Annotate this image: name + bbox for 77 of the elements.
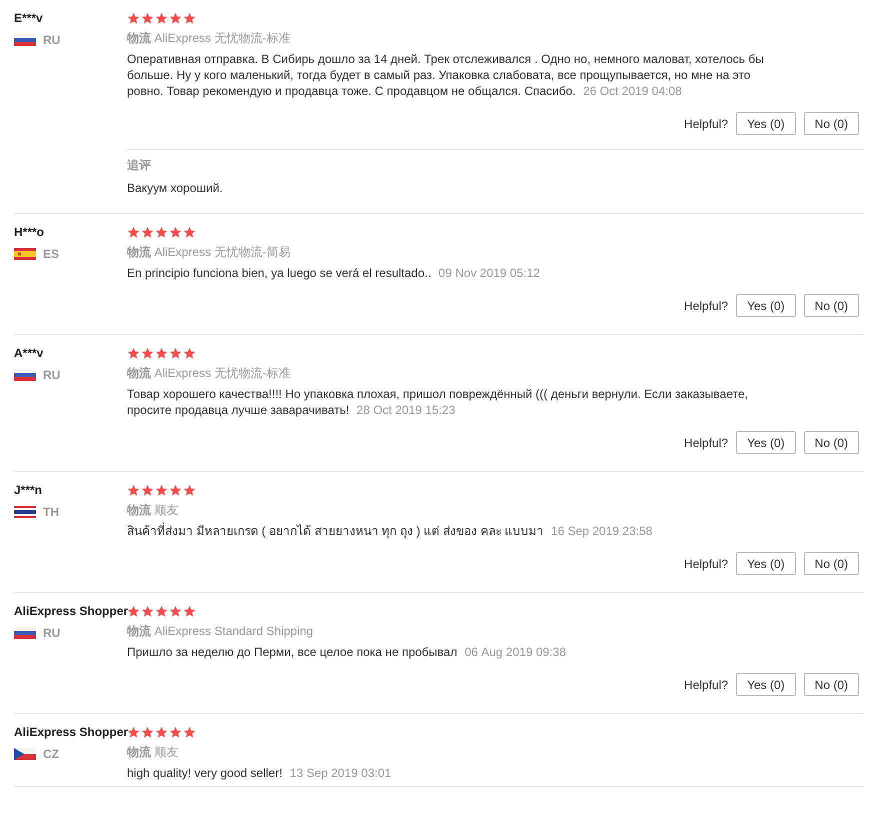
- star-icon: [155, 346, 168, 360]
- yes-button[interactable]: Yes (0): [736, 552, 796, 575]
- reviewer-name: E***v: [14, 10, 44, 27]
- yes-button[interactable]: Yes (0): [736, 112, 796, 135]
- country-code: ES: [43, 247, 60, 261]
- star-icon: [127, 726, 140, 738]
- no-button[interactable]: No (0): [804, 673, 859, 696]
- star-icon: [169, 346, 182, 360]
- review-text: En principio funciona bien, ya luego se verá el resultado.. 09 Nov 2019 05:12: [127, 265, 541, 281]
- review-text: high quality! very good seller! 13 Sep 2019 03:01: [127, 765, 392, 781]
- yes-button[interactable]: Yes (0): [736, 673, 796, 696]
- star-icon: [169, 604, 182, 618]
- flag-icon: [14, 627, 36, 639]
- flag-icon: [14, 748, 36, 760]
- star-icon: [155, 226, 168, 238]
- reviewer-name: A***v: [14, 345, 44, 362]
- flag-icon: [14, 34, 36, 46]
- star-icon: [141, 484, 154, 496]
- shipping-info: 物流 AliExpress Standard Shipping: [127, 623, 314, 640]
- star-icon: [183, 726, 196, 738]
- review-text: Пришло за неделю до Перми, все целое пока не пробывал 06 Aug 2019 09:38: [127, 644, 567, 660]
- shipping-info: 物流 AliExpress 无忧物流-标准: [127, 365, 292, 382]
- flag-icon: [14, 248, 36, 260]
- country-code: CZ: [43, 747, 59, 761]
- helpful-label: Helpful?: [684, 298, 728, 312]
- helpful-label: Helpful?: [684, 556, 728, 570]
- shipping-info: 物流 AliExpress 无忧物流-简易: [127, 244, 292, 261]
- review-text: Оперативная отправка. В Сибирь дошло за 14 дней. Трек отслеживался . Одно но, немного маловат, хотелось бы больше. Ну у кого маленький, тогда будет в самый раз. Упаковка слабовата, все прощупывается, но мне на это ровно. Товар рекомендую и продавца тоже. С продавцом не общался. Спасибо. 26 Oct 2019 04:08: [127, 51, 765, 99]
- flag-icon: [14, 506, 36, 518]
- reviewer-name: J***n: [14, 482, 44, 499]
- star-icon: [127, 604, 140, 618]
- yes-button[interactable]: Yes (0): [736, 294, 796, 317]
- yes-button[interactable]: Yes (0): [736, 431, 796, 454]
- star-icon: [155, 726, 168, 738]
- star-icon: [183, 346, 196, 360]
- star-icon: [155, 484, 168, 496]
- star-icon: [169, 12, 182, 24]
- star-icon: [169, 226, 182, 238]
- followup-label: 追评: [127, 157, 152, 173]
- followup-text: Вакуум хороший.: [127, 180, 224, 196]
- star-icon: [183, 604, 196, 618]
- star-icon: [155, 604, 168, 618]
- shipping-info: 物流 顺友: [127, 502, 180, 519]
- review-text: สินค้าที่ส่งมา มีหลายเกรด ( อยากได้ สายยางหนา ทุก ถุง ) แต่ ส่งของ คละ แบบมา 16 Sep 2019 23:58: [127, 523, 654, 539]
- helpful-label: Helpful?: [684, 678, 728, 692]
- helpful-label: Helpful?: [684, 436, 728, 450]
- shipping-info: 物流 AliExpress 无忧物流-标准: [127, 30, 292, 47]
- country-code: TH: [43, 505, 59, 519]
- country-code: RU: [43, 368, 60, 382]
- no-button[interactable]: No (0): [804, 552, 859, 575]
- reviewer-name: H***o: [14, 224, 46, 241]
- review-text: Товар хорошего качества!!!! Но упаковка плохая, пришол повреждённый ((( деньги вернули. Если заказываете, просите продавца лучше заварачивать! 28 Oct 2019 15:23: [127, 386, 749, 418]
- star-icon: [183, 12, 196, 24]
- country-code: RU: [43, 626, 60, 640]
- helpful-label: Helpful?: [684, 116, 728, 130]
- star-icon: [141, 604, 154, 618]
- star-icon: [127, 346, 140, 360]
- star-icon: [169, 484, 182, 496]
- star-icon: [141, 226, 154, 238]
- country-code: RU: [43, 33, 60, 47]
- no-button[interactable]: No (0): [804, 112, 859, 135]
- star-icon: [141, 726, 154, 738]
- star-icon: [155, 12, 168, 24]
- no-button[interactable]: No (0): [804, 431, 859, 454]
- star-icon: [169, 726, 182, 738]
- star-icon: [127, 484, 140, 496]
- reviewer-name: AliExpress Shopper: [14, 724, 127, 741]
- no-button[interactable]: No (0): [804, 294, 859, 317]
- reviewer-name: AliExpress Shopper: [14, 603, 127, 620]
- star-icon: [141, 12, 154, 24]
- star-icon: [183, 484, 196, 496]
- star-icon: [127, 226, 140, 238]
- flag-icon: [14, 369, 36, 381]
- shipping-info: 物流 顺友: [127, 744, 180, 761]
- star-icon: [183, 226, 196, 238]
- star-icon: [127, 12, 140, 24]
- star-icon: [141, 346, 154, 360]
